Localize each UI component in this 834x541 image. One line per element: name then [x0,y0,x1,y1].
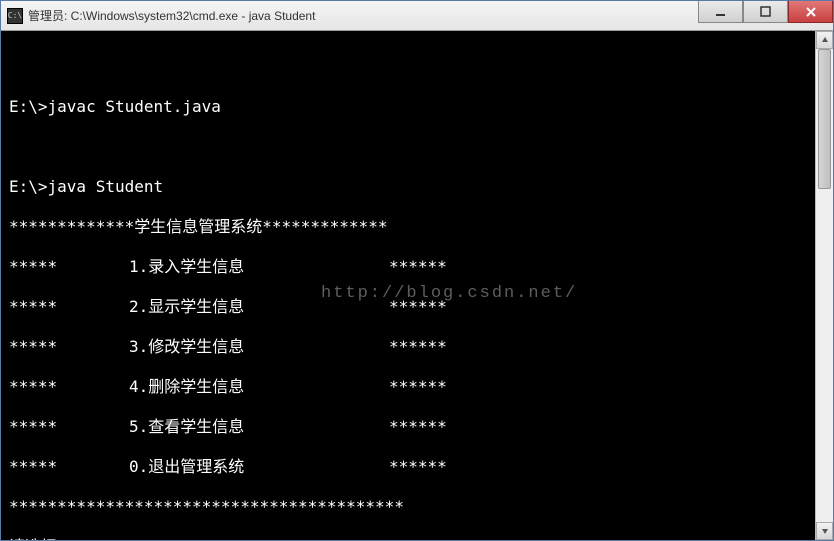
blank-line [9,137,825,157]
menu-item-2: *****2.显示学生信息****** [9,297,825,317]
window-title: 管理员: C:\Windows\system32\cmd.exe - java … [28,7,315,24]
scroll-down-button[interactable] [816,522,833,540]
window-controls [698,1,833,23]
titlebar[interactable]: C:\ 管理员: C:\Windows\system32\cmd.exe - j… [1,1,833,31]
menu-item-3: *****3.修改学生信息****** [9,337,825,357]
terminal-output[interactable]: E:\>javac Student.java E:\>java Student … [1,31,833,540]
scroll-up-button[interactable] [816,31,833,49]
cmd-icon: C:\ [7,8,23,24]
menu-item-5: *****5.查看学生信息****** [9,417,825,437]
cmd-line-compile: E:\>javac Student.java [9,97,825,117]
minimize-button[interactable] [698,1,743,23]
maximize-button[interactable] [743,1,788,23]
blank-line [9,57,825,77]
cmd-line-run: E:\>java Student [9,177,825,197]
vertical-scrollbar[interactable] [815,31,833,540]
scroll-thumb[interactable] [818,49,831,189]
menu-border-top: *************学生信息管理系统************* [9,217,825,237]
cmd-window: C:\ 管理员: C:\Windows\system32\cmd.exe - j… [0,0,834,541]
prompt-choose: 请选择(0~5):1 [9,537,825,540]
menu-item-0: *****0.退出管理系统****** [9,457,825,477]
menu-item-4: *****4.删除学生信息****** [9,377,825,397]
close-button[interactable] [788,1,833,23]
menu-border-bottom: ****************************************… [9,497,825,517]
menu-item-1: *****1.录入学生信息****** [9,257,825,277]
